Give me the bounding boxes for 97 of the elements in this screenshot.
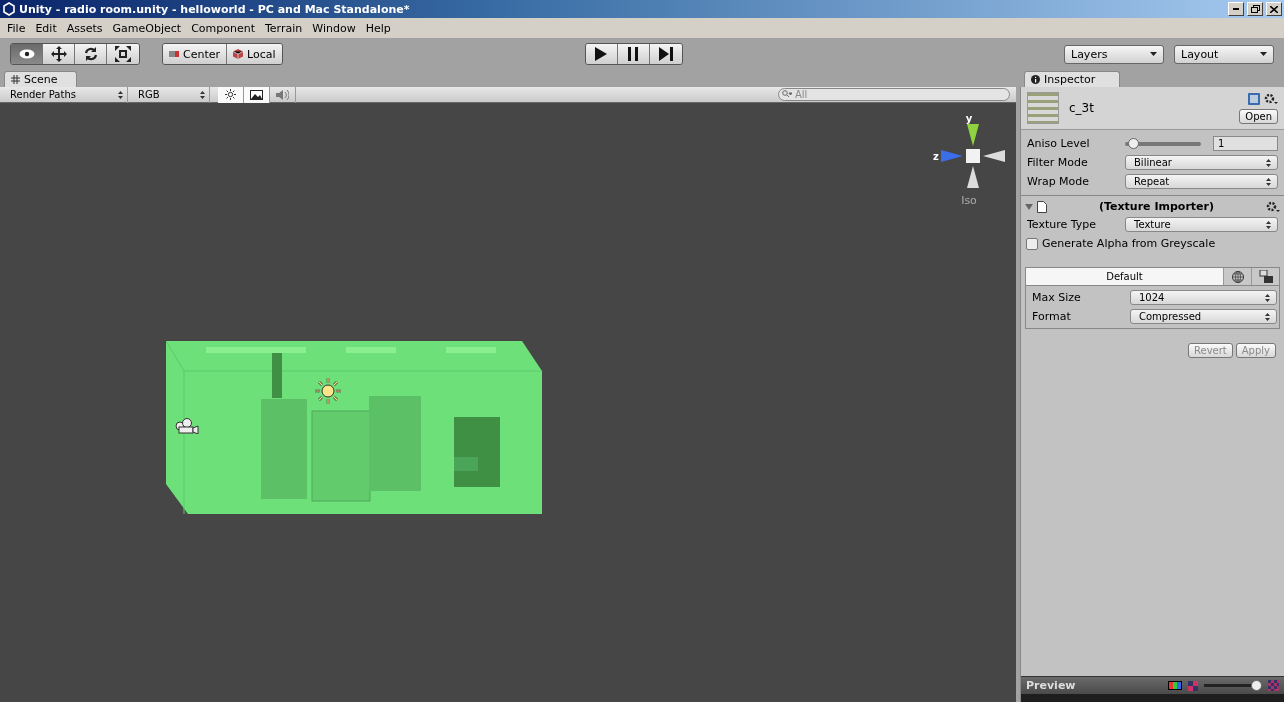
texture-thumbnail bbox=[1027, 92, 1059, 124]
menu-item[interactable]: Help bbox=[360, 21, 396, 35]
menu-item[interactable]: Assets bbox=[61, 21, 108, 35]
toggle-button[interactable] bbox=[218, 86, 244, 103]
checker-icon bbox=[1268, 680, 1279, 691]
settings-icon[interactable] bbox=[1266, 200, 1280, 213]
playback-button[interactable] bbox=[585, 44, 618, 64]
asset-name: c_3t bbox=[1069, 101, 1095, 115]
play-icon bbox=[595, 47, 608, 61]
eye-icon bbox=[18, 49, 35, 59]
computer-icon bbox=[1258, 270, 1273, 283]
property-label: Texture Type bbox=[1027, 218, 1098, 231]
pivot-button[interactable]: Center bbox=[163, 44, 228, 64]
property-label: Format bbox=[1032, 310, 1072, 323]
sun-icon bbox=[225, 89, 236, 100]
window-title: Unity - radio room.unity - helloworld - PC and Mac Standalone* bbox=[19, 2, 411, 16]
menu-item[interactable]: Component bbox=[186, 21, 260, 35]
tool-button[interactable] bbox=[75, 44, 107, 64]
search-icon bbox=[782, 90, 792, 98]
up-down-arrows-icon bbox=[1266, 220, 1271, 229]
pause-icon bbox=[628, 47, 639, 61]
document-icon bbox=[1037, 200, 1047, 213]
preview-title: Preview bbox=[1026, 679, 1077, 692]
axis-label: y bbox=[965, 113, 973, 124]
search-field[interactable]: All bbox=[778, 88, 1010, 101]
slider-track[interactable] bbox=[1125, 141, 1201, 146]
property-label: Aniso Level bbox=[1027, 137, 1091, 150]
caret-icon bbox=[1260, 52, 1267, 56]
scene-tab[interactable]: Scene bbox=[4, 71, 77, 87]
minimize-button[interactable] bbox=[1228, 2, 1244, 16]
dropdown[interactable]: Layers bbox=[1064, 44, 1164, 64]
settings-icon[interactable] bbox=[1264, 92, 1278, 105]
checker-icon bbox=[1188, 680, 1198, 691]
grid-icon bbox=[11, 75, 20, 84]
channel-dropdown[interactable]: RGB bbox=[128, 86, 210, 103]
axis-label: z bbox=[933, 150, 939, 162]
platform-tab[interactable] bbox=[1223, 268, 1251, 285]
up-down-arrows-icon bbox=[200, 90, 205, 99]
up-down-arrows-icon bbox=[1266, 177, 1271, 186]
pivot-icon bbox=[169, 51, 179, 57]
pivot-button[interactable]: Local bbox=[227, 44, 282, 64]
dropdown[interactable]: Layout bbox=[1174, 44, 1274, 64]
move-arrows-icon bbox=[50, 46, 67, 62]
inspector-tab[interactable]: Inspector bbox=[1024, 71, 1121, 87]
rotate-icon bbox=[82, 46, 99, 62]
image-icon bbox=[250, 89, 263, 100]
slider-thumb[interactable] bbox=[1127, 137, 1139, 149]
platform-tab[interactable] bbox=[1251, 268, 1279, 285]
step-icon bbox=[658, 47, 673, 61]
up-down-arrows-icon bbox=[1266, 158, 1271, 167]
projection-label: Iso bbox=[961, 194, 977, 207]
property-label: Filter Mode bbox=[1027, 156, 1089, 169]
up-down-arrows-icon bbox=[1265, 293, 1270, 302]
foldout-arrow-icon[interactable] bbox=[1025, 202, 1033, 211]
dropdown[interactable]: 1024 bbox=[1130, 290, 1277, 305]
menu-item[interactable]: Edit bbox=[30, 21, 62, 35]
dropdown[interactable]: Repeat bbox=[1125, 174, 1278, 189]
scale-icon bbox=[115, 46, 131, 62]
tool-button[interactable] bbox=[43, 44, 75, 64]
up-down-arrows-icon bbox=[118, 90, 123, 99]
menu-item[interactable]: File bbox=[2, 21, 31, 35]
rgb-channels-icon[interactable] bbox=[1168, 681, 1182, 690]
checkbox-label: Generate Alpha from Greyscale bbox=[1042, 237, 1216, 250]
property-label: Max Size bbox=[1032, 291, 1082, 304]
property-label: Wrap Mode bbox=[1027, 175, 1091, 188]
checkbox[interactable] bbox=[1026, 237, 1038, 250]
cube-icon bbox=[233, 49, 244, 59]
platform-tab[interactable]: Default bbox=[1026, 268, 1223, 285]
open-button[interactable]: Open bbox=[1239, 108, 1278, 124]
dropdown[interactable]: Bilinear bbox=[1125, 155, 1278, 170]
minimize-icon bbox=[1233, 8, 1239, 10]
orientation-gizmo-drawing[interactable] bbox=[940, 124, 1005, 188]
menu-item[interactable]: Terrain bbox=[260, 21, 308, 35]
section-title: (Texture Importer) bbox=[1098, 200, 1215, 213]
info-icon bbox=[1031, 75, 1040, 84]
unity-logo-icon bbox=[2, 2, 16, 16]
restore-button[interactable] bbox=[1247, 2, 1263, 16]
menu-item[interactable]: Window bbox=[307, 21, 361, 35]
zoom-slider-thumb[interactable] bbox=[1251, 680, 1263, 691]
globe-icon bbox=[1231, 270, 1244, 283]
speaker-icon bbox=[276, 89, 289, 100]
close-button[interactable] bbox=[1266, 2, 1282, 16]
toggle-button[interactable] bbox=[244, 86, 270, 103]
playback-button[interactable] bbox=[649, 44, 682, 64]
up-down-arrows-icon bbox=[1265, 312, 1270, 321]
tool-button[interactable] bbox=[107, 44, 139, 64]
dropdown[interactable]: Texture bbox=[1125, 217, 1278, 232]
render-mode-dropdown[interactable]: Render Paths bbox=[0, 86, 128, 103]
restore-icon bbox=[1250, 5, 1260, 13]
close-icon bbox=[1270, 5, 1278, 13]
light-icon bbox=[314, 377, 342, 405]
camera-icon bbox=[175, 418, 199, 434]
dropdown[interactable]: Compressed bbox=[1130, 309, 1277, 324]
number-field[interactable]: 1 bbox=[1213, 136, 1278, 151]
menu-item[interactable]: GameObject bbox=[107, 21, 187, 35]
caret-icon bbox=[1150, 52, 1157, 56]
playback-button[interactable] bbox=[617, 44, 650, 64]
